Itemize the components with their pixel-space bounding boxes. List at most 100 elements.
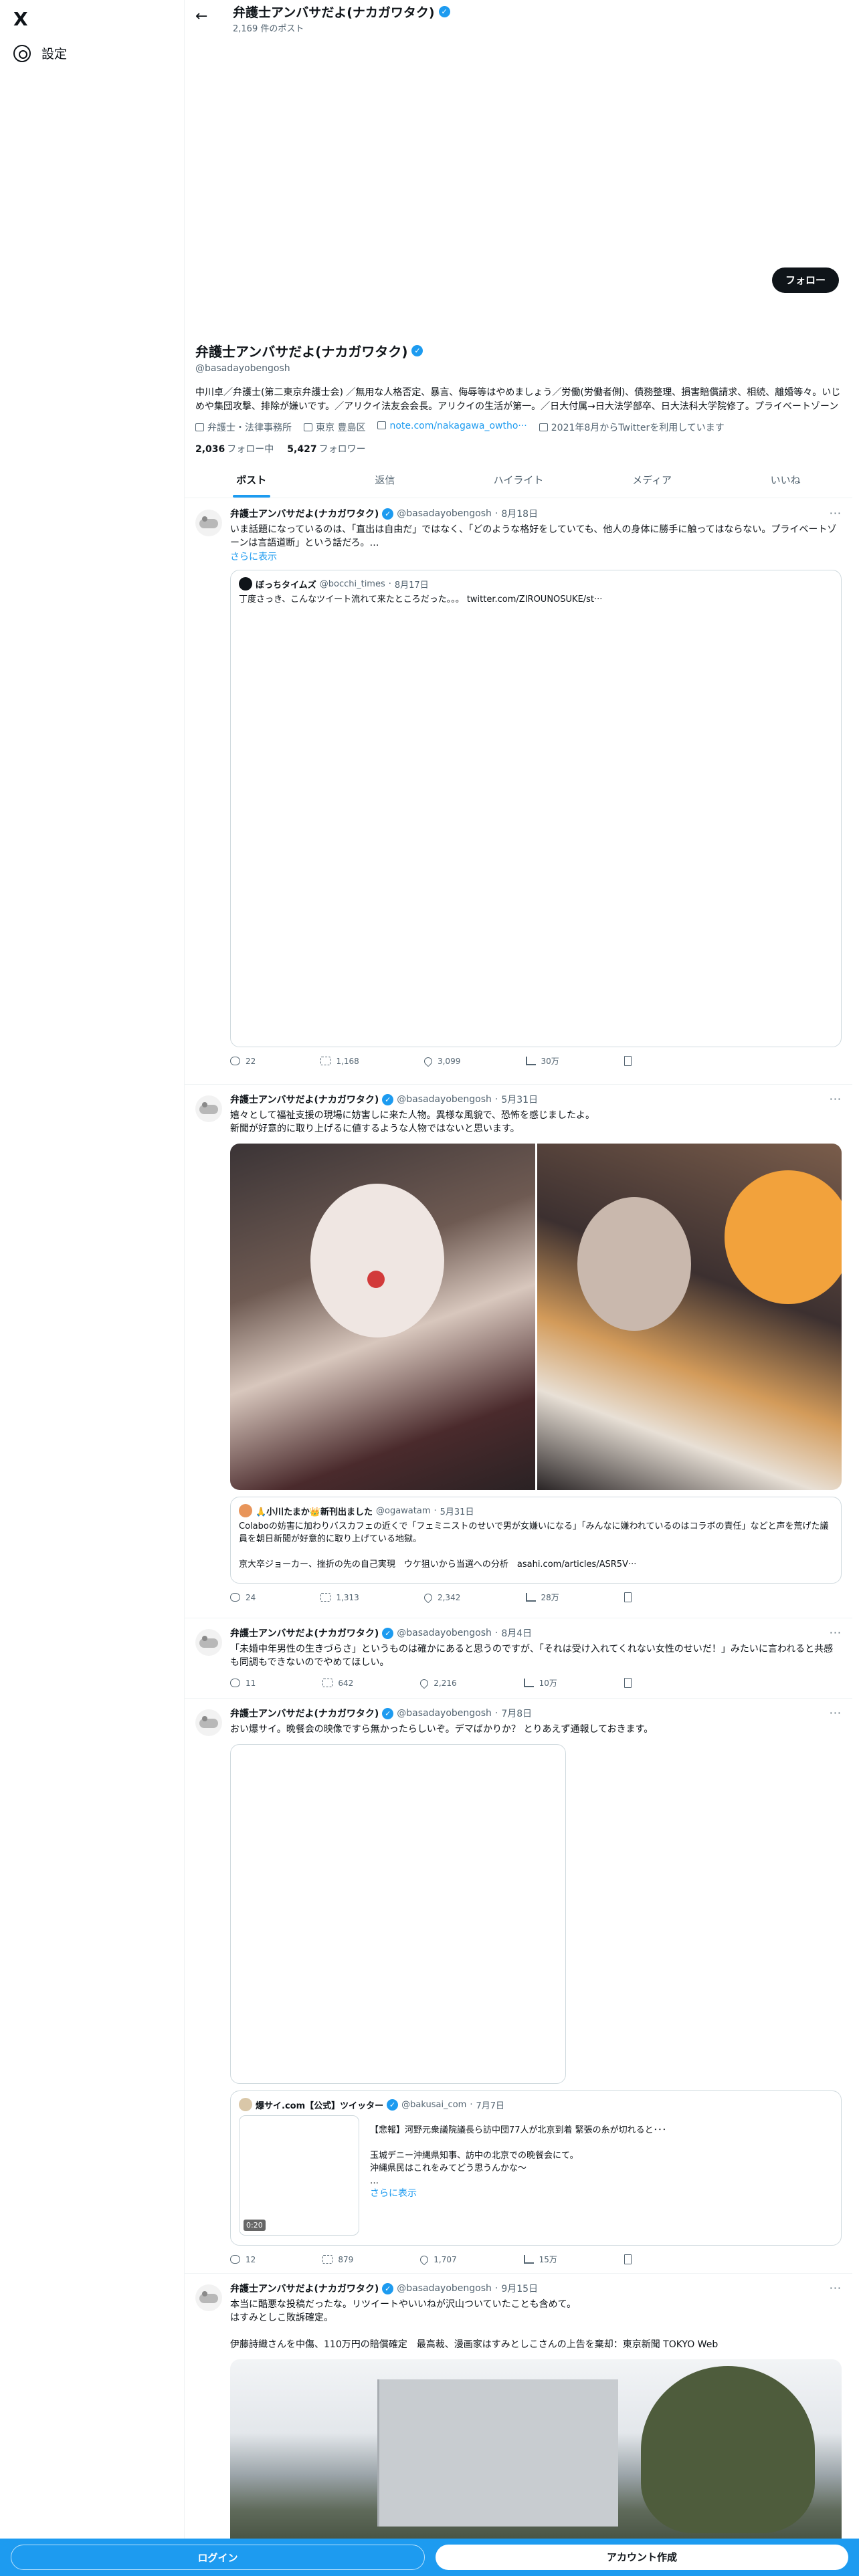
tab-highlights[interactable]: ハイライト: [452, 463, 585, 498]
avatar[interactable]: [195, 1629, 222, 1656]
tab-likes[interactable]: いいね: [719, 463, 852, 498]
quote-handle: @bakusai_com: [401, 2099, 467, 2110]
tweet-photo[interactable]: [537, 1144, 842, 1490]
repost-button[interactable]: 1,313: [320, 1592, 359, 1603]
profile-handle: @basadayobengosh: [195, 363, 290, 374]
bottom-signin-bar: ログイン アカウント作成: [0, 2539, 859, 2576]
views-button[interactable]: 30万: [525, 1055, 559, 1067]
views-icon: [525, 1593, 536, 1602]
views-button[interactable]: 28万: [525, 1592, 559, 1603]
quote-header: ぼっちタイムズ @bocchi_times · 8月17日: [239, 577, 833, 591]
show-more-link[interactable]: さらに表示: [230, 550, 842, 563]
like-count: 1,707: [434, 2254, 457, 2264]
like-button[interactable]: 2,342: [422, 1592, 460, 1603]
tweet-date[interactable]: 9月15日: [501, 2282, 538, 2295]
gear-icon: [13, 44, 31, 62]
reply-count: 24: [246, 1592, 256, 1602]
like-button[interactable]: 2,216: [418, 1677, 457, 1689]
tweet-handle[interactable]: @basadayobengosh: [397, 2283, 492, 2294]
tab-media[interactable]: メディア: [585, 463, 719, 498]
heart-icon: [418, 2254, 430, 2265]
view-count: 28万: [541, 1593, 559, 1602]
heart-icon: [422, 1592, 434, 1603]
tweet-date[interactable]: 8月18日: [501, 507, 538, 520]
website-link[interactable]: note.com/nakagawa_owtho···: [389, 421, 527, 431]
repost-icon: [322, 2255, 333, 2264]
tweet[interactable]: ··· 弁護士アンバサだよ(ナカガワタク) ✓ @basadayobengosh…: [185, 1085, 852, 1618]
tweet-handle[interactable]: @basadayobengosh: [397, 1708, 492, 1719]
tweet-author-name[interactable]: 弁護士アンバサだよ(ナカガワタク): [230, 507, 379, 520]
tab-replies[interactable]: 返信: [318, 463, 452, 498]
dot-separator: ·: [494, 2283, 498, 2294]
quote-text: 丁度さっき、こんなツイート流れて来たところだった。。。 twitter.com/…: [239, 595, 603, 605]
like-button[interactable]: 1,707: [418, 2254, 457, 2265]
signup-button[interactable]: アカウント作成: [436, 2545, 848, 2570]
reply-button[interactable]: 12: [230, 2254, 256, 2265]
quote-video-thumbnail[interactable]: 0:20: [239, 2115, 359, 2236]
tweet[interactable]: ··· 弁護士アンバサだよ(ナカガワタク) ✓ @basadayobengosh…: [185, 1618, 852, 1699]
followers-link[interactable]: 5,427 フォロワー: [287, 442, 365, 455]
views-icon: [525, 1057, 536, 1065]
repost-button[interactable]: 879: [322, 2254, 353, 2265]
tweet-handle[interactable]: @basadayobengosh: [397, 1628, 492, 1638]
tweet-author-name[interactable]: 弁護士アンバサだよ(ナカガワタク): [230, 1626, 379, 1640]
follow-button[interactable]: フォロー: [771, 267, 839, 293]
tweet-photo[interactable]: [230, 1144, 535, 1490]
tweet[interactable]: ··· 弁護士アンバサだよ(ナカガワタク) ✓ @basadayobengosh…: [185, 499, 852, 1085]
post-count: 2,169 件のポスト: [233, 24, 304, 34]
tweet[interactable]: ··· 弁護士アンバサだよ(ナカガワタク) ✓ @basadayobengosh…: [185, 1699, 852, 2274]
quoted-tweet[interactable]: 🙏小川たまか👑新刊出ました @ogawatam · 5月31日 Colaboの妨…: [230, 1497, 842, 1584]
reply-count: 11: [246, 1678, 256, 1688]
show-more-link[interactable]: さらに表示: [370, 2187, 833, 2200]
tweet-text: おい爆サイ。晩餐会の映像ですら無かったらしいぞ。デマばかりか？ とりあえず通報し…: [230, 1724, 654, 1735]
occupation-text: 弁護士・法律事務所: [207, 423, 292, 433]
reply-button[interactable]: 24: [230, 1592, 256, 1603]
tab-posts[interactable]: ポスト: [185, 463, 318, 498]
tweet-video[interactable]: [230, 1744, 566, 2084]
quote-text-body: 【悲報】河野元衆議院議長ら訪中団77人が北京到着 緊張の糸が切れると･･･ 玉城…: [370, 2125, 667, 2186]
verified-badge-icon: ✓: [382, 1707, 394, 1719]
tweet-author-name[interactable]: 弁護士アンバサだよ(ナカガワタク): [230, 1093, 379, 1106]
bookmark-button[interactable]: [624, 2254, 632, 2265]
tweet-author-name[interactable]: 弁護士アンバサだよ(ナカガワタク): [230, 2282, 379, 2295]
repost-button[interactable]: 642: [322, 1677, 353, 1689]
avatar[interactable]: [195, 2284, 222, 2311]
quote-handle: @bocchi_times: [319, 578, 385, 589]
like-button[interactable]: 3,099: [422, 1055, 460, 1067]
tweet-date[interactable]: 7月8日: [501, 1707, 532, 1720]
views-button[interactable]: 10万: [523, 1677, 557, 1689]
bookmark-icon: [624, 1678, 632, 1688]
bookmark-button[interactable]: [624, 1677, 632, 1689]
reply-button[interactable]: 11: [230, 1677, 256, 1689]
quote-avatar: [239, 577, 252, 591]
following-link[interactable]: 2,036 フォロー中: [195, 442, 274, 455]
tweet-date[interactable]: 5月31日: [501, 1093, 538, 1106]
avatar[interactable]: [195, 1709, 222, 1736]
tweet[interactable]: ··· 弁護士アンバサだよ(ナカガワタク) ✓ @basadayobengosh…: [185, 2274, 852, 2576]
tweet-handle[interactable]: @basadayobengosh: [397, 1094, 492, 1105]
tweet-media-grid[interactable]: [230, 1144, 842, 1490]
calendar-icon: [539, 423, 548, 431]
reply-button[interactable]: 22: [230, 1055, 256, 1067]
tweet-date[interactable]: 8月4日: [501, 1626, 532, 1640]
repost-button[interactable]: 1,168: [320, 1055, 359, 1067]
quote-avatar: [239, 2098, 252, 2111]
nav-settings-item[interactable]: 設定: [13, 44, 67, 62]
back-arrow-icon[interactable]: ←: [195, 8, 207, 25]
login-button[interactable]: ログイン: [11, 2545, 425, 2570]
tweet-photo[interactable]: [230, 2359, 842, 2553]
views-button[interactable]: 15万: [523, 2254, 557, 2265]
bookmark-button[interactable]: [624, 1055, 632, 1067]
website-item[interactable]: note.com/nakagawa_owtho···: [377, 421, 527, 434]
bookmark-icon: [624, 1592, 632, 1602]
quoted-tweet[interactable]: 爆サイ.com【公式】ツイッター ✓ @bakusai_com · 7月7日 0…: [230, 2090, 842, 2246]
views-icon: [523, 2255, 534, 2264]
tweet-handle[interactable]: @basadayobengosh: [397, 508, 492, 519]
tweet-author-name[interactable]: 弁護士アンバサだよ(ナカガワタク): [230, 1707, 379, 1720]
tweet-text: 「未婚中年男性の生きづらさ」というものは確かにあると思うのですが、「それは受け入…: [230, 1644, 834, 1668]
x-logo-icon[interactable]: X: [13, 9, 33, 29]
avatar[interactable]: [195, 1095, 222, 1122]
avatar[interactable]: [195, 510, 222, 536]
quoted-tweet[interactable]: ぼっちタイムズ @bocchi_times · 8月17日 丁度さっき、こんなツ…: [230, 570, 842, 1047]
bookmark-button[interactable]: [624, 1592, 632, 1603]
